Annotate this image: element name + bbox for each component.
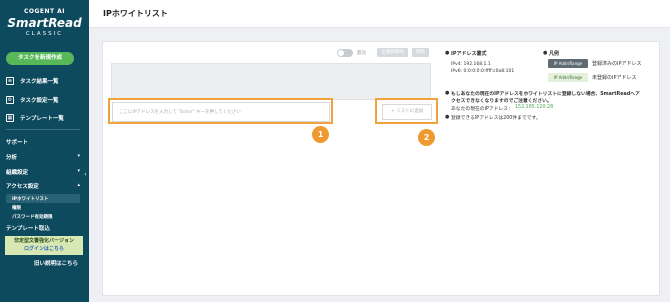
callout-highlight-input: [108, 98, 333, 124]
ipv6-example: IPv6: 0:0:0:0:0:ffff:c0a8:101: [451, 69, 515, 74]
callout-badge-1: 1: [312, 126, 329, 143]
bullet-icon: ●: [543, 50, 548, 56]
brand-company: COGENT AI: [23, 8, 66, 15]
chevron-down-icon: ▾: [77, 153, 80, 159]
sidebar-item-template-import[interactable]: テンプレート取込: [6, 224, 80, 232]
ip-list-area[interactable]: [111, 63, 431, 100]
sidebar-divider: [6, 129, 80, 130]
sidebar-item-task-results[interactable]: ≡ タスク結果一覧: [6, 76, 86, 86]
sidebar-subitem-permissions[interactable]: 権限: [12, 205, 21, 211]
settings-search-icon: ⚙: [6, 96, 14, 104]
brand-product: SmartRead: [7, 16, 82, 30]
limit-note: 登録できるIPアドレスは200件までです。: [451, 116, 541, 121]
page-header: IPホワイトリスト: [89, 0, 670, 28]
sidebar-item-label: タスク設定一覧: [20, 98, 59, 104]
sidebar-item-templates[interactable]: ▦ テンプレート一覧: [6, 113, 86, 123]
page-title: IPホワイトリスト: [103, 9, 168, 18]
sidebar-item-label: サポート: [6, 140, 29, 146]
sidebar-item-label: タスク結果一覧: [20, 79, 59, 85]
sidebar-item-label: 組織設定: [6, 170, 29, 176]
sidebar-item-label: テンプレート一覧: [20, 116, 64, 122]
legacy-login-link[interactable]: ログインはこちら: [5, 246, 83, 254]
chevron-up-icon: ▴: [77, 182, 80, 188]
legacy-version-text: 非定型文書強化バージョン: [14, 238, 74, 244]
current-ip-label: あなたの現在のIPアドレス：: [451, 107, 513, 112]
bullet-icon: ●: [445, 50, 450, 56]
template-grid-icon: ▦: [6, 114, 14, 122]
toggle-label: 無効: [357, 51, 366, 56]
sidebar-item-support[interactable]: サポート: [6, 138, 80, 146]
old-description-link[interactable]: 旧い説明はこちら: [6, 259, 78, 268]
whitelist-card: 無効 全選択解除 削除 1 + リストに追加 2 ● IPアドレス書式 IPv4…: [102, 41, 660, 296]
delete-button[interactable]: 削除: [412, 48, 429, 57]
format-title: IPアドレス書式: [451, 51, 487, 57]
brand-logo[interactable]: COGENT AI SmartRead CLASSIC: [0, 8, 89, 37]
current-ip-value: 152.165.120.28: [515, 105, 554, 110]
brand-edition: CLASSIC: [25, 31, 64, 37]
sidebar-section-org-settings[interactable]: 組織設定 ▾: [6, 168, 80, 176]
sidebar-item-task-settings[interactable]: ⚙ タスク設定一覧: [6, 95, 86, 105]
enable-toggle[interactable]: [337, 49, 353, 57]
legend-chip-registered: IP Addr/Range: [548, 59, 588, 68]
callout-badge-2: 2: [418, 129, 435, 146]
sidebar: COGENT AI SmartRead CLASSIC タスクを新規作成 ≡ タ…: [0, 0, 89, 302]
sidebar-section-analysis[interactable]: 分析 ▾: [6, 153, 80, 161]
sidebar-item-label: 分析: [6, 155, 18, 161]
legend-title: 凡例: [549, 51, 560, 57]
ipv4-example: IPv4: 192.168.1.1: [451, 62, 491, 67]
sidebar-item-label: アクセス設定: [6, 184, 39, 190]
warning-line-1: もしあなたの現在のIPアドレスをホワイトリストに登録しない場合、SmartRea…: [451, 92, 640, 97]
chevron-down-icon: ▾: [77, 168, 80, 174]
bullet-icon: ●: [445, 114, 450, 120]
chevron-left-icon[interactable]: ‹: [82, 170, 89, 179]
document-icon: ≡: [6, 77, 14, 85]
warning-line-2: クセスできなくなりますのでご注意ください。: [451, 99, 552, 104]
bullet-icon: ●: [445, 90, 450, 96]
sidebar-subitem-password-expiry[interactable]: パスワード有効期限: [12, 214, 53, 220]
sidebar-section-access-settings[interactable]: アクセス設定 ▴: [6, 182, 80, 190]
sidebar-subitem-ip-whitelist[interactable]: IPホワイトリスト: [12, 196, 48, 202]
legend-registered-label: 登録済みのIPアドレス: [592, 61, 642, 67]
deselect-all-button[interactable]: 全選択解除: [377, 48, 408, 57]
sidebar-item-label: テンプレート取込: [6, 226, 50, 232]
legend-chip-unregistered: IP Addr/Range: [548, 73, 588, 82]
callout-highlight-add: [375, 98, 438, 124]
legend-unregistered-label: 未登録のIPアドレス: [592, 75, 637, 81]
legacy-version-box: 非定型文書強化バージョン ログインはこちら: [5, 236, 83, 255]
new-task-button[interactable]: タスクを新規作成: [6, 52, 74, 65]
